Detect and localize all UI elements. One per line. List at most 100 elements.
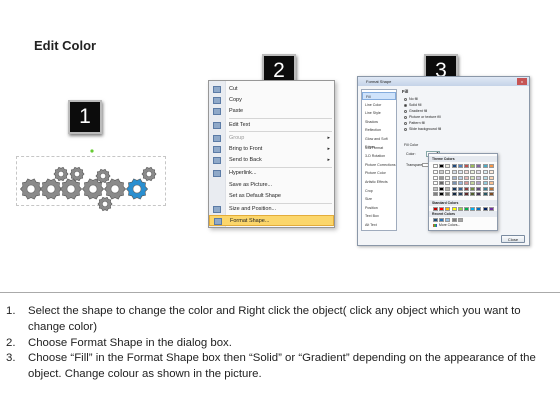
fill-option-gradient-fill[interactable]: Gradient fill [404,109,427,114]
color-swatch[interactable] [457,175,463,180]
color-swatch[interactable] [439,186,445,191]
color-swatch[interactable] [433,218,438,222]
color-swatch[interactable] [457,181,463,185]
context-menu[interactable]: Cut Copy Paste Edit Text Group ▸ Bring to Fron… [208,80,335,228]
color-swatch[interactable] [488,181,494,185]
gear[interactable] [19,178,43,200]
color-swatch[interactable] [451,186,457,191]
radio-button[interactable] [404,103,407,107]
color-swatch[interactable] [482,175,488,180]
color-swatch[interactable] [482,181,488,185]
color-swatch[interactable] [433,181,438,185]
color-swatch[interactable] [439,170,445,174]
gears-graphic[interactable] [17,147,167,217]
color-swatch[interactable] [482,164,488,168]
color-swatch[interactable] [445,186,451,191]
color-swatch[interactable] [470,170,476,174]
category-alt-text[interactable]: Alt Text [362,221,396,229]
fill-option-pattern-fill[interactable]: Pattern fill [404,121,425,126]
category-picture-corrections[interactable]: Picture Corrections [362,161,396,169]
color-swatch[interactable] [488,186,494,191]
fill-option-picture-or-texture-fill[interactable]: Picture or texture fill [404,115,441,120]
color-swatch[interactable] [464,186,469,191]
color-swatch[interactable] [451,164,457,168]
gear[interactable] [39,178,63,200]
color-swatch[interactable] [451,207,457,211]
color-swatch[interactable] [439,218,445,222]
menu-item-bring-to-front[interactable]: Bring to Front ▸ [209,144,334,155]
menu-item-save-as-picture[interactable]: Save as Picture... [209,180,334,191]
menu-item-copy[interactable]: Copy [209,95,334,106]
fill-option-solid-fill[interactable]: Solid fill [404,103,421,108]
category-3-d-format[interactable]: 3-D Format [362,144,396,152]
gear[interactable] [53,166,69,182]
gear-shape-group[interactable] [16,149,166,212]
color-swatch[interactable] [439,175,445,180]
color-swatch[interactable] [457,186,463,191]
color-swatch[interactable] [470,181,476,185]
color-swatch[interactable] [445,181,451,185]
color-swatch[interactable] [476,181,482,185]
color-swatch[interactable] [457,218,463,222]
rotation-handle[interactable] [90,149,94,153]
color-swatch[interactable] [445,207,451,211]
color-swatch[interactable] [445,192,451,196]
color-swatch[interactable] [439,164,445,168]
color-swatch[interactable] [488,170,494,174]
close-icon[interactable]: x [517,78,527,85]
category-text-box[interactable]: Text Box [362,212,396,220]
category-3-d-rotation[interactable]: 3-D Rotation [362,152,396,160]
color-swatch[interactable] [464,164,469,168]
more-colors-item[interactable]: More Colors... [433,223,460,227]
color-swatch[interactable] [451,192,457,196]
color-swatch[interactable] [476,207,482,211]
color-swatch[interactable] [433,192,438,196]
radio-button[interactable] [404,127,407,131]
color-swatch[interactable] [451,175,457,180]
color-swatch[interactable] [464,192,469,196]
menu-item-set-as-default-shape[interactable]: Set as Default Shape [209,191,334,202]
color-swatch[interactable] [476,175,482,180]
category-fill[interactable]: Fill [362,92,396,100]
color-swatch[interactable] [464,181,469,185]
color-swatch[interactable] [451,181,457,185]
color-swatch[interactable] [488,207,494,211]
color-swatch[interactable] [476,164,482,168]
color-swatch[interactable] [445,175,451,180]
radio-button[interactable] [404,97,407,101]
color-swatch[interactable] [488,175,494,180]
color-swatch[interactable] [451,170,457,174]
color-swatch[interactable] [457,192,463,196]
fill-option-slide-background-fill[interactable]: Slide background fill [404,127,441,132]
close-button[interactable]: Close [501,235,525,243]
category-glow-and-soft-edges[interactable]: Glow and Soft Edges [362,135,396,149]
color-swatch[interactable] [445,170,451,174]
color-swatch[interactable] [457,170,463,174]
color-swatch[interactable] [464,175,469,180]
radio-button[interactable] [404,109,407,113]
menu-item-size-and-position[interactable]: Size and Position... [209,204,334,215]
menu-item-send-to-back[interactable]: Send to Back ▸ [209,155,334,166]
color-swatch[interactable] [476,170,482,174]
color-swatch[interactable] [445,164,451,168]
category-position[interactable]: Position [362,204,396,212]
gear[interactable] [97,196,113,212]
color-swatch[interactable] [464,170,469,174]
category-line-style[interactable]: Line Style [362,109,396,117]
color-swatch[interactable] [433,186,438,191]
color-swatch[interactable] [451,218,457,222]
color-swatch[interactable] [470,175,476,180]
color-swatch[interactable] [433,175,438,180]
color-swatch[interactable] [439,181,445,185]
category-reflection[interactable]: Reflection [362,126,396,134]
color-swatch[interactable] [433,164,438,168]
color-swatch[interactable] [439,207,445,211]
color-swatch[interactable] [488,192,494,196]
menu-item-format-shape[interactable]: Format Shape... [209,215,334,227]
fill-option-no-fill[interactable]: No fill [404,97,418,102]
color-swatch[interactable] [439,192,445,196]
gear[interactable] [59,178,83,200]
color-swatch[interactable] [445,218,451,222]
radio-button[interactable] [404,115,407,119]
color-swatch[interactable] [457,207,463,211]
